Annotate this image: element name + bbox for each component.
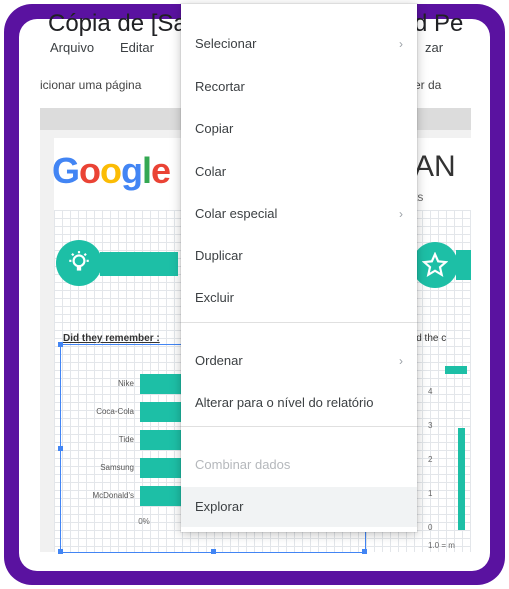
menu-item-colar-especial[interactable]: Colar especial › [181, 194, 417, 234]
menu-edit[interactable]: Editar [120, 40, 154, 55]
header-bar-right[interactable] [456, 250, 471, 280]
menu-item-label: Excluir [195, 290, 235, 305]
y-tick-label: 2 [428, 455, 433, 464]
menu-item-label: Explorar [195, 499, 244, 514]
category-label: Tide [119, 435, 135, 444]
document-title-fragment: d Pe [414, 10, 464, 37]
menu-item-copiar[interactable]: Copiar [181, 109, 417, 149]
category-label: McDonald's [92, 491, 134, 500]
menu-item-excluir[interactable]: Excluir [181, 278, 417, 318]
star-icon[interactable] [412, 242, 458, 288]
menu-item-label: Selecionar [195, 36, 257, 51]
google-logo: Google [52, 150, 171, 191]
hint-text: icionar uma página [40, 78, 142, 92]
hint-text-fragment: er da [414, 78, 442, 92]
menu-item-explorar[interactable]: Explorar [181, 487, 417, 527]
menu-item-recortar[interactable]: Recortar [181, 67, 417, 107]
menu-item-alterar-para-o-n-vel-do-relat-rio[interactable]: Alterar para o nível do relatório [181, 383, 417, 423]
menu-item-label: Duplicar [195, 248, 243, 263]
category-label: Nike [118, 379, 135, 388]
menu-item-label: Recortar [195, 79, 245, 94]
category-label: Samsung [100, 463, 134, 472]
menu-item-label: Colar [195, 164, 227, 179]
menu-separator [181, 322, 417, 323]
bar[interactable] [445, 366, 467, 374]
y-tick-label: 1 [428, 489, 433, 498]
menu-separator [181, 426, 417, 427]
menu-fragment[interactable]: zar [425, 40, 443, 55]
menu-item-label: Colar especial [195, 206, 278, 221]
x-tick-label: 0% [138, 517, 150, 526]
chevron-right-icon: › [399, 37, 403, 51]
menu-item-colar[interactable]: Colar [181, 152, 417, 192]
header-bar[interactable] [100, 252, 178, 276]
bar[interactable] [458, 428, 465, 530]
y-tick-label: 4 [428, 387, 433, 396]
menu-item-combinar-dados: Combinar dados [181, 445, 417, 485]
lightbulb-icon[interactable] [56, 240, 102, 286]
menu-item-duplicar[interactable]: Duplicar [181, 236, 417, 276]
menu-item-label: Combinar dados [195, 457, 291, 472]
category-label: Coca-Cola [96, 407, 134, 416]
chevron-right-icon: › [399, 354, 403, 368]
menu-item-ordenar[interactable]: Ordenar › [181, 341, 417, 381]
context-menu: Selecionar › Recortar Copiar Colar Colar espe… [181, 4, 417, 532]
y-tick-label: 3 [428, 421, 433, 430]
chart-title-fragment: id the c [414, 333, 447, 344]
menu-item-label: Copiar [195, 121, 234, 136]
y-tick-label: 0 [428, 523, 433, 532]
chart-title: Did they remember : [63, 333, 160, 344]
chevron-right-icon: › [399, 207, 403, 221]
menu-item-label: Ordenar [195, 353, 243, 368]
right-chart[interactable]: 4 3 2 1 0 1.0 = m [408, 352, 471, 552]
document-title[interactable]: Cópia de [Sa [48, 10, 187, 38]
chart-footnote: 1.0 = m [428, 541, 455, 550]
menu-item-selecionar[interactable]: Selecionar › [181, 24, 417, 64]
menu-file[interactable]: Arquivo [50, 40, 94, 55]
menu-item-label: Alterar para o nível do relatório [195, 395, 374, 410]
resize-handle[interactable] [58, 342, 63, 347]
report-title-fragment: AN [414, 150, 456, 183]
